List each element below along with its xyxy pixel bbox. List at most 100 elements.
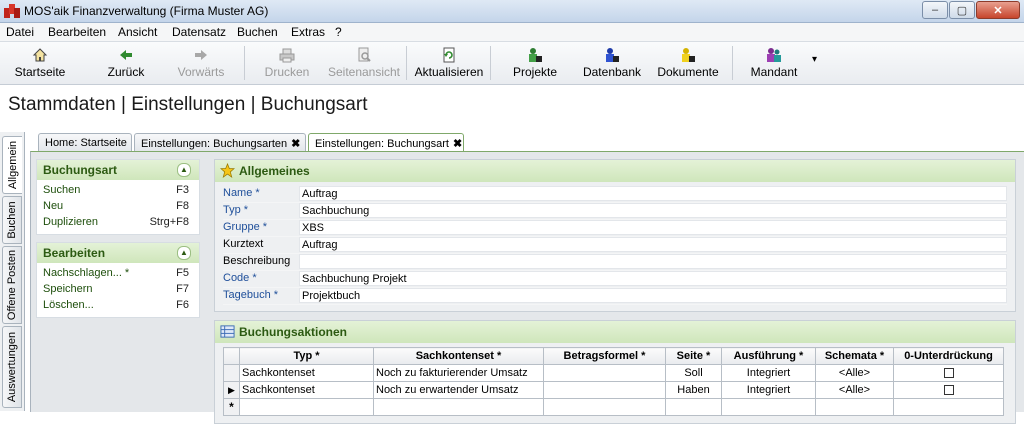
cell-ausfuehrung[interactable]: Integriert (721, 364, 816, 382)
column-header-schemata[interactable]: Schemata * (815, 347, 894, 365)
table-header-row: Typ * Sachkontenset * Betragsformel * Se… (223, 347, 1004, 365)
cell-typ[interactable]: Sachkontenset (239, 381, 374, 399)
cell-seite[interactable]: Soll (665, 364, 722, 382)
nav-item-nachschlagen[interactable]: Nachschlagen... * F5 (43, 267, 193, 283)
collapse-chevron-icon[interactable]: ▲ (177, 163, 191, 177)
documents-button[interactable]: Dokumente (652, 44, 724, 82)
column-header-nullunterdrueckung[interactable]: 0-Unterdrückung (893, 347, 1004, 365)
window-title: MOS'aik Finanzverwaltung (Firma Muster A… (24, 4, 269, 18)
gruppe-field[interactable]: XBS (299, 220, 1007, 235)
table-row[interactable]: ▶ Sachkontenset Noch zu erwartender Umsa… (223, 381, 1004, 399)
new-row-marker-icon[interactable]: * (223, 398, 240, 416)
side-tab-buchen[interactable]: Buchen (2, 196, 22, 244)
star-icon (220, 163, 235, 178)
menu-datensatz[interactable]: Datensatz (172, 25, 226, 39)
row-selector[interactable] (223, 364, 240, 382)
field-row-name: Name * Auftrag (223, 186, 1007, 203)
actions-table: Typ * Sachkontenset * Betragsformel * Se… (223, 347, 1004, 416)
side-tab-strip: Allgemein Buchen Offene Posten Auswertun… (0, 132, 25, 411)
doc-tab-buchungsarten[interactable]: Einstellungen: Buchungsarten ✖ (134, 133, 306, 151)
cell-betragsformel[interactable] (543, 381, 666, 399)
cell-schemata[interactable]: <Alle> (815, 381, 894, 399)
menu-help[interactable]: ? (335, 25, 342, 39)
nav-item-loeschen[interactable]: Löschen... F6 (43, 299, 193, 315)
tagebuch-field[interactable]: Projektbuch (299, 288, 1007, 303)
projects-button[interactable]: Projekte (504, 44, 566, 82)
column-header-sachkontenset[interactable]: Sachkontenset * (373, 347, 544, 365)
nav-item-neu[interactable]: Neu F8 (43, 200, 193, 216)
nav-item-speichern[interactable]: Speichern F7 (43, 283, 193, 299)
side-tab-allgemein[interactable]: Allgemein (2, 136, 22, 194)
print-button[interactable]: Drucken (258, 44, 316, 82)
table-list-icon (220, 325, 235, 338)
doc-tab-startseite[interactable]: Home: Startseite (38, 133, 132, 151)
home-button[interactable]: Startseite (8, 44, 72, 82)
maximize-button[interactable]: ▢ (949, 1, 975, 19)
cell-typ[interactable] (239, 398, 374, 416)
cell-typ[interactable]: Sachkontenset (239, 364, 374, 382)
section-buchungsaktionen: Buchungsaktionen Typ * Sachkontenset * B… (214, 320, 1016, 424)
cell-sachkontenset[interactable]: Noch zu fakturierender Umsatz (373, 364, 544, 382)
doc-tab-buchungsart[interactable]: Einstellungen: Buchungsart ✖ (308, 133, 464, 152)
toolbar-overflow-chevron-icon[interactable]: ▾ (812, 54, 817, 65)
cell-nullunterdrueckung[interactable] (893, 364, 1004, 382)
page-title: Stammdaten | Einstellungen | Buchungsart (8, 94, 368, 115)
close-tab-icon[interactable]: ✖ (291, 138, 300, 150)
section-allgemeines: Allgemeines Name * Auftrag Typ * Sachbuchu… (214, 159, 1016, 312)
collapse-chevron-icon[interactable]: ▲ (177, 246, 191, 260)
column-header-ausfuehrung[interactable]: Ausführung * (721, 347, 816, 365)
back-button[interactable]: Zurück (96, 44, 156, 82)
table-row[interactable]: Sachkontenset Noch zu fakturierender Ums… (223, 364, 1004, 382)
cell-ausfuehrung[interactable] (721, 398, 816, 416)
menubar: Datei Bearbeiten Ansicht Datensatz Buche… (0, 23, 1024, 42)
nullunterdrueckung-checkbox[interactable] (943, 385, 954, 396)
cell-seite[interactable] (665, 398, 722, 416)
menu-ansicht[interactable]: Ansicht (118, 25, 157, 39)
column-header-betragsformel[interactable]: Betragsformel * (543, 347, 666, 365)
toolbar-separator (406, 46, 407, 80)
refresh-button[interactable]: Aktualisieren (412, 44, 486, 82)
field-row-typ: Typ * Sachbuchung (223, 203, 1007, 220)
nullunterdrueckung-checkbox[interactable] (943, 368, 954, 379)
code-field[interactable]: Sachbuchung Projekt (299, 271, 1007, 286)
client-button[interactable]: Mandant (744, 44, 804, 82)
menu-bearbeiten[interactable]: Bearbeiten (48, 25, 106, 39)
menu-buchen[interactable]: Buchen (237, 25, 278, 39)
typ-field[interactable]: Sachbuchung (299, 203, 1007, 218)
minimize-button[interactable]: – (922, 1, 948, 19)
cell-betragsformel[interactable] (543, 398, 666, 416)
cell-schemata[interactable]: <Alle> (815, 364, 894, 382)
nav-panel-bearbeiten: Bearbeiten ▲ Nachschlagen... * F5 Speiche… (36, 242, 200, 318)
toolbar-separator (244, 46, 245, 80)
row-selector-current-icon[interactable]: ▶ (223, 381, 240, 399)
nav-item-suchen[interactable]: Suchen F3 (43, 184, 193, 200)
column-header-seite[interactable]: Seite * (665, 347, 722, 365)
column-header-typ[interactable]: Typ * (239, 347, 374, 365)
close-tab-icon[interactable]: ✖ (453, 138, 462, 150)
nav-item-duplizieren[interactable]: Duplizieren Strg+F8 (43, 216, 193, 232)
cell-nullunterdrueckung[interactable] (893, 398, 1004, 416)
menu-extras[interactable]: Extras (291, 25, 325, 39)
database-button[interactable]: Datenbank (578, 44, 646, 82)
nav-panel-header[interactable]: Buchungsart ▲ (37, 160, 199, 180)
print-preview-button[interactable]: Seitenansicht (326, 44, 402, 82)
forward-button[interactable]: Vorwärts (170, 44, 232, 82)
cell-schemata[interactable] (815, 398, 894, 416)
kurztext-field[interactable]: Auftrag (299, 237, 1007, 252)
field-row-gruppe: Gruppe * XBS (223, 220, 1007, 237)
table-new-row[interactable]: * (223, 398, 1004, 416)
name-field[interactable]: Auftrag (299, 186, 1007, 201)
side-tab-offene-posten[interactable]: Offene Posten (2, 246, 22, 324)
cell-nullunterdrueckung[interactable] (893, 381, 1004, 399)
beschreibung-field[interactable] (299, 254, 1007, 269)
cell-sachkontenset[interactable]: Noch zu erwartender Umsatz (373, 381, 544, 399)
side-tab-auswertungen[interactable]: Auswertungen (2, 326, 22, 408)
menu-datei[interactable]: Datei (6, 25, 34, 39)
cell-ausfuehrung[interactable]: Integriert (721, 381, 816, 399)
cell-betragsformel[interactable] (543, 364, 666, 382)
nav-panel-header[interactable]: Bearbeiten ▲ (37, 243, 199, 263)
database-icon (606, 48, 619, 62)
close-window-button[interactable]: ✕ (976, 1, 1020, 19)
cell-sachkontenset[interactable] (373, 398, 544, 416)
cell-seite[interactable]: Haben (665, 381, 722, 399)
